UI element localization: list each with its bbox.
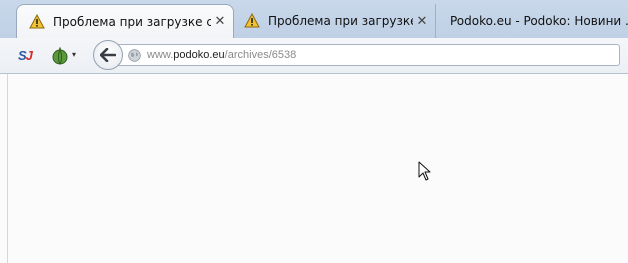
back-arrow-icon	[100, 48, 116, 62]
tab-strip: Проблема при загрузке с... ✕ Проблема пр…	[0, 0, 628, 38]
tab-2[interactable]: Проблема при загрузке с... ✕	[236, 4, 436, 38]
close-tab-icon[interactable]: ✕	[211, 14, 229, 29]
tab-active[interactable]: Проблема при загрузке с... ✕	[16, 4, 234, 38]
sj-addon-j: J	[25, 48, 33, 63]
sj-addon-s: S	[18, 48, 27, 63]
back-button[interactable]	[93, 40, 123, 70]
navigation-toolbar: SJ ▾ www.podoko.eu/archives/6538	[0, 38, 628, 74]
mouse-cursor-icon	[418, 161, 431, 181]
url-prefix: www.	[147, 49, 174, 61]
close-tab-icon[interactable]: ✕	[413, 14, 431, 29]
onion-addon-icon[interactable]	[51, 47, 69, 65]
url-domain: podoko.eu	[173, 49, 225, 61]
page-content-area[interactable]	[7, 74, 628, 263]
url-path: /archives/6538	[224, 49, 297, 61]
tab-title: Проблема при загрузке с...	[53, 14, 211, 29]
tab-title: Podoko.eu - Podoko: Новини ...	[450, 14, 628, 28]
tab-title: Проблема при загрузке с...	[268, 14, 413, 28]
tab-3[interactable]: Podoko.eu - Podoko: Новини ...	[442, 4, 628, 38]
chevron-down-icon[interactable]: ▾	[72, 50, 76, 59]
url-text[interactable]: www.podoko.eu/archives/6538	[147, 49, 296, 61]
warning-icon	[244, 13, 260, 28]
globe-icon	[128, 49, 141, 62]
sj-addon-button[interactable]: SJ	[18, 48, 33, 63]
browser-window: Проблема при загрузке с... ✕ Проблема пр…	[0, 0, 628, 263]
warning-icon	[29, 13, 45, 28]
